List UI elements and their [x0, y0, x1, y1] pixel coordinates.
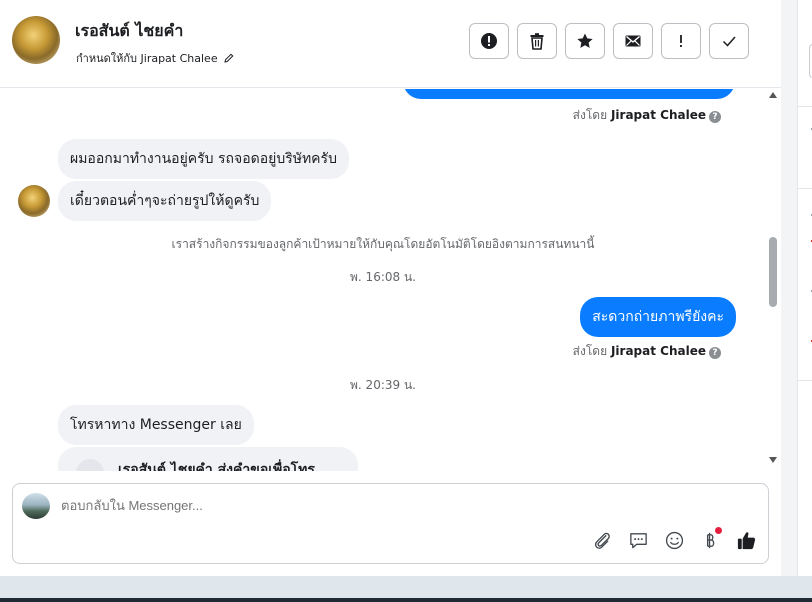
- page-avatar: [22, 493, 50, 519]
- timestamp: พ. 20:39 น.: [350, 378, 416, 392]
- incoming-message[interactable]: เดี๋ยวตอนค่ำๆจะถ่ายรูปให้ดูครับ: [58, 181, 272, 221]
- speech-bubble-icon: [629, 532, 647, 548]
- divider: [798, 106, 812, 107]
- attach-button[interactable]: [590, 528, 614, 552]
- taskbar-edge: [0, 598, 812, 602]
- call-request-card[interactable]: เรอสันต์ ไชยคำ ส่งคำขอเพื่อโทร: [58, 447, 358, 471]
- scroll-down-arrow-icon[interactable]: [769, 457, 777, 463]
- divider: [798, 380, 812, 381]
- star-button[interactable]: [565, 23, 605, 59]
- timestamp: พ. 16:08 น.: [350, 270, 416, 284]
- sent-by-line: ส่งโดย Jirapat Chalee?: [573, 342, 721, 361]
- emoji-button[interactable]: [662, 528, 686, 552]
- mark-spam-button[interactable]: [469, 23, 509, 59]
- smiley-icon: [665, 531, 683, 549]
- contact-name[interactable]: เรอสันต์ ไชยคำ: [75, 19, 183, 44]
- assigned-to-label: กำหนดให้กับ Jirapat Chalee: [76, 52, 218, 65]
- delete-button[interactable]: [517, 23, 557, 59]
- star-icon: [577, 33, 593, 48]
- reply-composer: [12, 483, 769, 564]
- paperclip-icon: [594, 532, 610, 549]
- notification-dot: [715, 527, 722, 534]
- outgoing-message[interactable]: [403, 89, 735, 99]
- trash-icon: [530, 33, 544, 50]
- assigned-to[interactable]: กำหนดให้กับ Jirapat Chalee: [76, 49, 234, 67]
- mark-unread-button[interactable]: [613, 23, 653, 59]
- contact-avatar-small: [18, 185, 50, 217]
- reply-input[interactable]: [61, 498, 561, 513]
- check-icon: [722, 36, 736, 47]
- outgoing-message[interactable]: สะดวกถ่ายภาพรียังคะ: [580, 297, 736, 337]
- help-icon[interactable]: ?: [709, 347, 721, 359]
- incoming-message[interactable]: โทรหาทาง Messenger เลย: [58, 405, 254, 445]
- conversation-header: เรอสันต์ ไชยคำ กำหนดให้กับ Jirapat Chale…: [0, 0, 781, 88]
- message-thread[interactable]: ส่งโดย Jirapat Chalee? ผมออกมาทำงานอยู่ค…: [0, 89, 766, 471]
- follow-up-button[interactable]: [661, 23, 701, 59]
- sent-by-prefix: ส่งโดย: [572, 108, 608, 122]
- scrollbar-thumb[interactable]: [769, 237, 777, 307]
- envelope-icon: [625, 35, 641, 47]
- divider: [798, 188, 812, 189]
- inbox-main: เรอสันต์ ไชยคำ กำหนดให้กับ Jirapat Chale…: [0, 0, 781, 576]
- sent-by-name[interactable]: Jirapat Chalee: [611, 344, 706, 358]
- thumbs-up-icon: [737, 531, 755, 549]
- contact-details-panel: [797, 0, 812, 576]
- saved-replies-button[interactable]: [626, 528, 650, 552]
- thread-scrollbar[interactable]: [766, 89, 780, 471]
- pencil-icon[interactable]: [224, 53, 234, 63]
- exclamation-icon: [680, 35, 682, 47]
- sent-by-name[interactable]: Jirapat Chalee: [611, 108, 706, 122]
- call-request-text: เรอสันต์ ไชยคำ ส่งคำขอเพื่อโทร: [118, 462, 315, 471]
- alert-icon: [481, 33, 497, 49]
- contact-avatar[interactable]: [12, 16, 60, 64]
- help-icon[interactable]: ?: [709, 111, 721, 123]
- phone-icon: [76, 459, 104, 471]
- mark-done-button[interactable]: [709, 23, 749, 59]
- sent-by-line: ส่งโดย Jirapat Chalee?: [573, 106, 721, 125]
- system-note: เราสร้างกิจกรรมของลูกค้าเป้าหมายให้กับคุ…: [171, 237, 595, 251]
- incoming-message[interactable]: ผมออกมาทำงานอยู่ครับ รถจอดอยู่บริษัทครับ: [58, 139, 349, 179]
- payment-button[interactable]: [698, 527, 722, 552]
- sent-by-prefix: ส่งโดย: [572, 344, 608, 358]
- like-button[interactable]: [734, 528, 758, 552]
- scroll-up-arrow-icon[interactable]: [769, 92, 777, 98]
